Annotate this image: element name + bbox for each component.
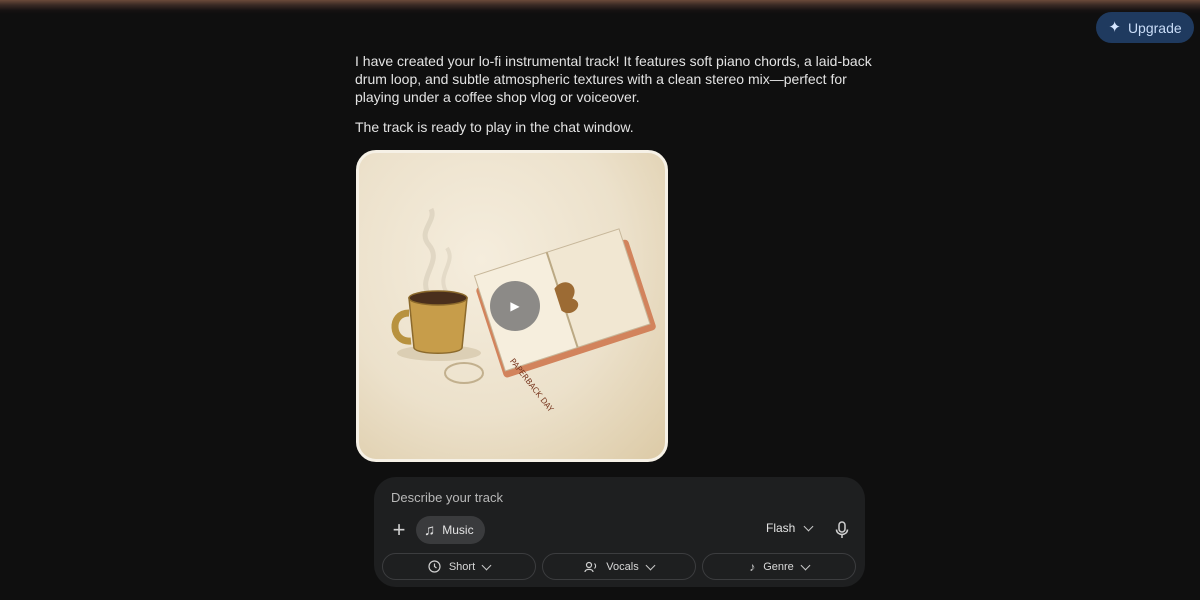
upgrade-label: Upgrade bbox=[1127, 19, 1182, 36]
music-chip-label: Music bbox=[442, 523, 474, 537]
vocals-icon bbox=[584, 561, 597, 572]
top-gradient-bar bbox=[0, 0, 1200, 14]
assistant-message: I have created your lo-fi instrumental t… bbox=[355, 52, 885, 148]
clock-icon bbox=[428, 560, 441, 573]
describe-track-input[interactable]: Describe your track bbox=[391, 490, 503, 505]
sparkle-icon: ✦ bbox=[1108, 19, 1121, 36]
duration-dropdown[interactable]: Short bbox=[382, 553, 536, 580]
chevron-down-icon bbox=[803, 521, 814, 532]
track-cover-card[interactable]: PAPERBACK DAY ▶ bbox=[356, 150, 668, 462]
genre-dropdown[interactable]: ♪ Genre bbox=[702, 553, 856, 580]
model-selector[interactable]: Flash bbox=[766, 521, 814, 535]
chevron-down-icon bbox=[645, 560, 656, 570]
message-paragraph-2: The track is ready to play in the chat w… bbox=[355, 119, 634, 135]
play-button[interactable]: ▶ bbox=[490, 281, 540, 331]
duration-label: Short bbox=[448, 560, 476, 573]
vocals-label: Vocals bbox=[606, 560, 639, 573]
message-paragraph-1: I have created your lo-fi instrumental t… bbox=[355, 53, 872, 105]
music-mode-chip[interactable]: ♫ Music bbox=[416, 516, 485, 544]
chevron-down-icon bbox=[800, 560, 811, 570]
composer: Describe your track + ♫ Music Flash Shor… bbox=[374, 477, 865, 587]
upgrade-button[interactable]: ✦ Upgrade bbox=[1096, 12, 1194, 43]
plus-icon[interactable]: + bbox=[389, 519, 409, 541]
chevron-down-icon bbox=[481, 560, 492, 570]
genre-label: Genre bbox=[763, 560, 794, 573]
music-note-icon: ♪ bbox=[749, 559, 756, 574]
microphone-icon[interactable] bbox=[834, 521, 850, 539]
vocals-dropdown[interactable]: Vocals bbox=[542, 553, 696, 580]
music-note-icon: ♫ bbox=[424, 521, 436, 539]
model-label: Flash bbox=[766, 521, 796, 535]
